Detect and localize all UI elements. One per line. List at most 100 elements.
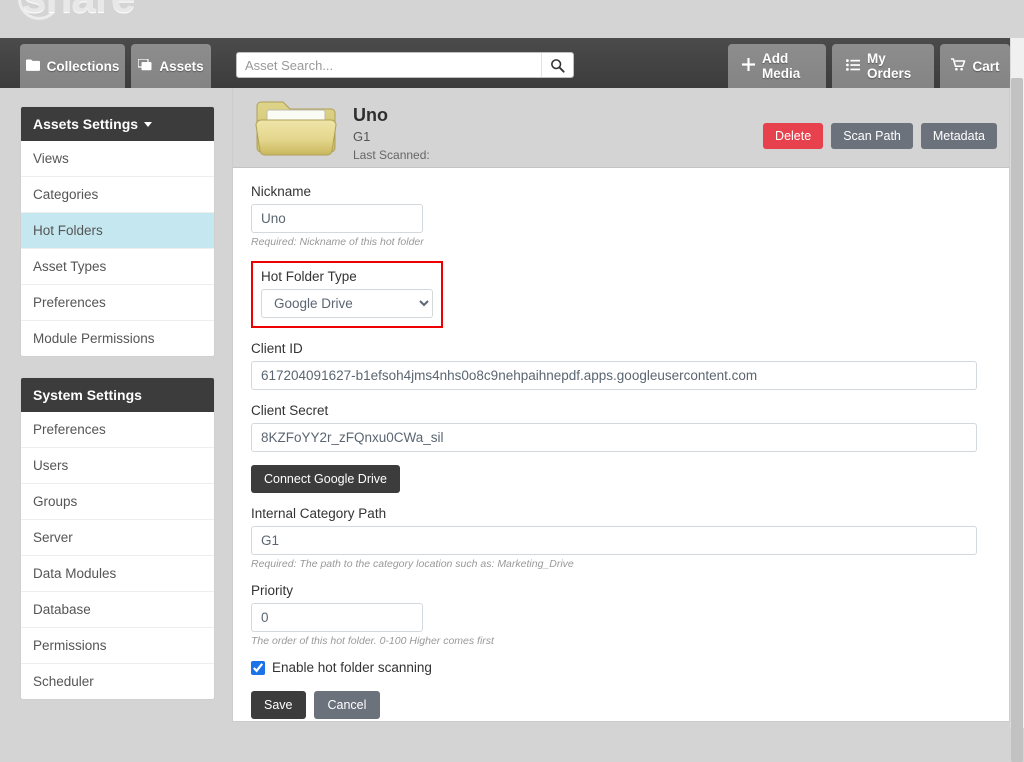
metadata-button[interactable]: Metadata xyxy=(920,123,997,149)
tab-assets[interactable]: Assets xyxy=(131,44,211,88)
cart-icon xyxy=(950,58,966,74)
last-scanned-label: Last Scanned: xyxy=(353,148,430,162)
connect-google-drive-group: Connect Google Drive xyxy=(251,465,991,493)
assets-settings-title: Assets Settings xyxy=(33,116,139,132)
client-secret-label: Client Secret xyxy=(251,403,329,418)
brand-wordmark: share xyxy=(22,0,135,22)
tab-collections-label: Collections xyxy=(46,58,120,74)
connect-google-drive-button[interactable]: Connect Google Drive xyxy=(251,465,400,493)
sidebar-item-label: Groups xyxy=(33,494,78,509)
list-icon xyxy=(846,58,860,74)
cart-button[interactable]: Cart xyxy=(940,44,1010,88)
my-orders-label: My Orders xyxy=(867,51,912,81)
sidebar-item-scheduler[interactable]: Scheduler xyxy=(21,664,214,699)
system-settings-panel: System Settings Preferences Users Groups… xyxy=(20,377,215,700)
sidebar-item-data-modules[interactable]: Data Modules xyxy=(21,556,214,592)
sidebar-item-permissions[interactable]: Permissions xyxy=(21,628,214,664)
nickname-group: Nickname Required: Nickname of this hot … xyxy=(251,184,991,248)
sidebar-item-label: Database xyxy=(33,602,91,617)
client-secret-input[interactable] xyxy=(251,423,977,452)
hot-folder-type-label: Hot Folder Type xyxy=(261,269,357,284)
hot-folder-header: Uno G1 Last Scanned: Delete Scan Path Me… xyxy=(233,88,1009,168)
content-panel: Uno G1 Last Scanned: Delete Scan Path Me… xyxy=(232,88,1010,722)
sidebar-item-asset-types[interactable]: Asset Types xyxy=(21,249,214,285)
assets-settings-header[interactable]: Assets Settings xyxy=(21,107,214,141)
header-actions: Delete Scan Path Metadata xyxy=(763,123,997,149)
form-actions: Save Cancel xyxy=(251,691,991,719)
sidebar-item-label: Views xyxy=(33,151,69,166)
sidebar-item-categories[interactable]: Categories xyxy=(21,177,214,213)
sidebar-item-label: Scheduler xyxy=(33,674,94,689)
images-icon xyxy=(137,57,152,74)
chevron-down-icon xyxy=(144,121,153,127)
sidebar-item-server[interactable]: Server xyxy=(21,520,214,556)
hot-folder-form: Nickname Required: Nickname of this hot … xyxy=(233,168,1009,719)
cart-label: Cart xyxy=(972,58,1000,74)
delete-button[interactable]: Delete xyxy=(763,123,824,149)
enable-scanning-label: Enable hot folder scanning xyxy=(272,660,432,675)
tab-collections[interactable]: Collections xyxy=(20,44,125,88)
priority-label: Priority xyxy=(251,583,294,598)
hot-folder-path: G1 xyxy=(353,129,371,144)
sidebar-item-label: Module Permissions xyxy=(33,331,155,346)
search-input[interactable] xyxy=(237,57,541,73)
sidebar-item-label: Asset Types xyxy=(33,259,107,274)
sidebar-item-groups[interactable]: Groups xyxy=(21,484,214,520)
enable-scanning-row: Enable hot folder scanning xyxy=(251,660,991,675)
top-navbar: Collections Assets Add Media xyxy=(0,38,1010,88)
internal-category-path-input[interactable] xyxy=(251,526,977,555)
internal-category-path-hint: Required: The path to the category locat… xyxy=(251,558,574,570)
system-settings-header: System Settings xyxy=(21,378,214,412)
logo-strip: share xyxy=(0,0,1024,38)
sidebar: Assets Settings Views Categories Hot Fol… xyxy=(20,106,215,720)
search-icon xyxy=(551,58,565,73)
enable-scanning-checkbox[interactable] xyxy=(251,660,265,675)
internal-category-path-label: Internal Category Path xyxy=(251,506,387,521)
sidebar-item-hot-folders[interactable]: Hot Folders xyxy=(21,213,214,249)
add-media-button[interactable]: Add Media xyxy=(728,44,826,88)
sidebar-item-preferences[interactable]: Preferences xyxy=(21,285,214,321)
nickname-hint: Required: Nickname of this hot folder xyxy=(251,236,424,248)
search-bar xyxy=(236,52,574,78)
page-scrollbar-track[interactable] xyxy=(1010,38,1024,762)
page-title: Uno xyxy=(353,105,388,125)
assets-settings-panel: Assets Settings Views Categories Hot Fol… xyxy=(20,106,215,357)
sidebar-item-users[interactable]: Users xyxy=(21,448,214,484)
hot-folder-type-group: Hot Folder Type Google Drive xyxy=(251,261,443,328)
sidebar-item-label: Permissions xyxy=(33,638,107,653)
nickname-label: Nickname xyxy=(251,184,312,199)
sidebar-item-views[interactable]: Views xyxy=(21,141,214,177)
scan-path-button[interactable]: Scan Path xyxy=(831,123,913,149)
sidebar-item-label: Preferences xyxy=(33,295,106,310)
cancel-button[interactable]: Cancel xyxy=(313,691,381,719)
my-orders-button[interactable]: My Orders xyxy=(832,44,934,88)
priority-group: Priority The order of this hot folder. 0… xyxy=(251,583,991,647)
sidebar-item-label: Server xyxy=(33,530,73,545)
sidebar-item-label: Users xyxy=(33,458,69,473)
priority-hint: The order of this hot folder. 0-100 High… xyxy=(251,635,494,647)
priority-input[interactable] xyxy=(251,603,423,632)
sidebar-item-sys-preferences[interactable]: Preferences xyxy=(21,412,214,448)
client-id-label: Client ID xyxy=(251,341,303,356)
internal-category-path-group: Internal Category Path Required: The pat… xyxy=(251,506,991,570)
hot-folder-type-select[interactable]: Google Drive xyxy=(261,289,433,318)
sidebar-item-label: Hot Folders xyxy=(33,223,103,238)
sidebar-item-label: Data Modules xyxy=(33,566,117,581)
tab-assets-label: Assets xyxy=(159,58,204,74)
nickname-input[interactable] xyxy=(251,204,423,233)
search-button[interactable] xyxy=(541,53,573,77)
sidebar-item-module-permissions[interactable]: Module Permissions xyxy=(21,321,214,356)
client-id-input[interactable] xyxy=(251,361,977,390)
folder-icon xyxy=(253,96,339,165)
system-settings-title: System Settings xyxy=(33,387,142,403)
page-scrollbar-thumb[interactable] xyxy=(1011,78,1023,762)
sidebar-item-label: Categories xyxy=(33,187,99,202)
save-button[interactable]: Save xyxy=(251,691,306,719)
folder-icon xyxy=(25,59,40,74)
client-secret-group: Client Secret xyxy=(251,403,991,452)
client-id-group: Client ID xyxy=(251,341,991,390)
add-media-label: Add Media xyxy=(762,51,801,81)
sidebar-item-database[interactable]: Database xyxy=(21,592,214,628)
plus-icon xyxy=(742,58,755,74)
sidebar-item-label: Preferences xyxy=(33,422,106,437)
